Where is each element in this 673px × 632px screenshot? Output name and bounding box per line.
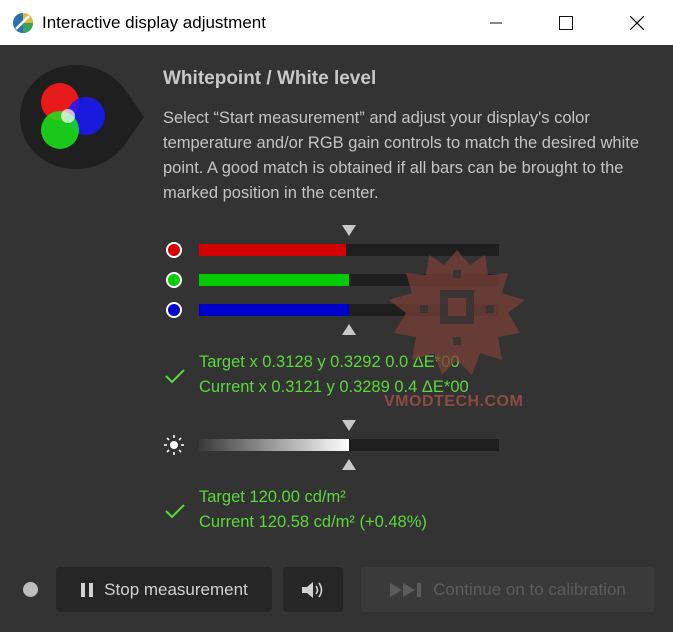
- center-marker-top: [342, 225, 356, 236]
- center-marker-bottom: [342, 324, 356, 335]
- app-logo-icon: [13, 13, 33, 33]
- whitepoint-check-icon: [165, 369, 185, 384]
- close-button[interactable]: [614, 0, 660, 45]
- blue-bar-fill: [199, 304, 349, 316]
- status-indicator: [23, 582, 38, 597]
- blue-channel-icon: [166, 302, 182, 318]
- luminance-bar-fill: [199, 439, 349, 451]
- continue-calibration-button[interactable]: Continue on to calibration: [361, 567, 654, 612]
- sound-toggle-button[interactable]: [283, 567, 343, 612]
- red-bar-fill: [199, 244, 346, 256]
- stop-measurement-button[interactable]: Stop measurement: [56, 567, 272, 612]
- title-bar: Interactive display adjustment: [0, 0, 673, 45]
- luminance-current: Current 120.58 cd/m² (+0.48%): [199, 513, 427, 531]
- luminance-check-icon: [165, 504, 185, 519]
- green-bar-fill: [199, 274, 349, 286]
- brightness-icon: [164, 435, 184, 455]
- watermark-text: VMODTECH.COM: [384, 393, 524, 410]
- maximize-button[interactable]: [543, 0, 589, 45]
- page-heading: Whitepoint / White level: [163, 68, 377, 89]
- luminance-marker-bottom: [342, 459, 356, 470]
- main-content: Whitepoint / White level Select “Start m…: [0, 45, 673, 632]
- instructions-text: Select “Start measurement” and adjust yo…: [163, 109, 639, 202]
- rgb-whitepoint-icon: [20, 65, 144, 169]
- stop-measurement-label: Stop measurement: [104, 579, 248, 599]
- green-channel-icon: [166, 272, 182, 288]
- pause-icon: [81, 582, 94, 597]
- luminance-marker-top: [342, 420, 356, 431]
- speaker-icon: [302, 581, 323, 598]
- continue-calibration-label: Continue on to calibration: [433, 579, 626, 599]
- maximize-icon: [559, 15, 573, 30]
- skip-forward-icon: [390, 582, 422, 597]
- close-icon: [630, 15, 644, 30]
- red-channel-icon: [166, 242, 182, 258]
- minimize-button[interactable]: [473, 0, 519, 45]
- luminance-bar: [199, 439, 499, 451]
- luminance-target: Target 120.00 cd/m²: [199, 488, 346, 506]
- window-title: Interactive display adjustment: [42, 13, 266, 32]
- minimize-icon: [490, 22, 502, 23]
